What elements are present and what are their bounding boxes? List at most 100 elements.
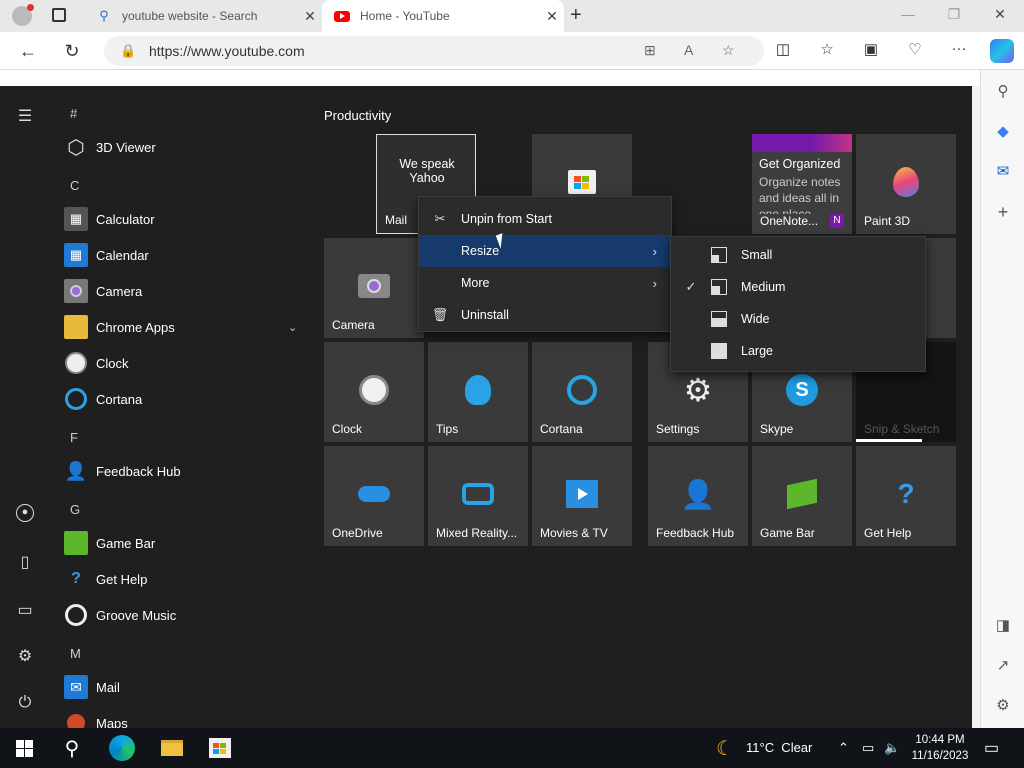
trash-icon: 🗑 bbox=[431, 307, 449, 322]
search-icon[interactable]: ⚲ bbox=[48, 728, 96, 768]
address-bar-row: ← ↻ 🔒 https://www.youtube.com ⊞ A ☆ ◫ ☆ … bbox=[0, 32, 1024, 70]
app-chrome-apps[interactable]: Chrome Apps ⌄ bbox=[64, 309, 304, 345]
resize-wide[interactable]: Wide bbox=[671, 303, 925, 335]
file-explorer-icon[interactable] bbox=[148, 728, 196, 768]
tile-get-help[interactable]: ? Get Help bbox=[856, 446, 956, 546]
menu-item-unpin[interactable]: ✂ Unpin from Start bbox=[419, 203, 671, 235]
hamburger-menu-icon[interactable]: ☰ bbox=[14, 106, 36, 126]
minimize-button[interactable]: — bbox=[898, 6, 918, 22]
url-field[interactable]: 🔒 https://www.youtube.com ⊞ A ☆ bbox=[104, 36, 764, 66]
groove-icon bbox=[64, 603, 88, 627]
movies-icon bbox=[532, 476, 632, 512]
close-tab-icon[interactable]: ✕ bbox=[540, 8, 564, 25]
tile-onedrive[interactable]: OneDrive bbox=[324, 446, 424, 546]
resize-medium[interactable]: ✓ Medium bbox=[671, 271, 925, 303]
copilot-sidebar-icon[interactable]: ◆ bbox=[993, 122, 1013, 140]
tile-clock[interactable]: Clock bbox=[324, 342, 424, 442]
notifications-icon[interactable]: ▭ bbox=[984, 738, 999, 758]
add-icon[interactable]: + bbox=[993, 202, 1013, 223]
settings-icon[interactable]: ⚙ bbox=[14, 646, 36, 666]
windows-start-icon[interactable] bbox=[0, 728, 48, 768]
menu-item-more[interactable]: More › bbox=[419, 267, 671, 299]
resize-small[interactable]: Small bbox=[671, 239, 925, 271]
tab-search[interactable]: ⚲ youtube website - Search ✕ bbox=[84, 0, 322, 32]
browser-essentials-icon[interactable]: ♡ bbox=[904, 40, 926, 58]
app-groove-music[interactable]: Groove Music bbox=[64, 597, 304, 633]
tile-tips[interactable]: Tips bbox=[428, 342, 528, 442]
app-3d-viewer[interactable]: ⬡ 3D Viewer bbox=[64, 129, 304, 165]
app-mail[interactable]: ✉ Mail bbox=[64, 669, 304, 705]
letter-header[interactable]: F bbox=[70, 430, 78, 445]
back-icon[interactable]: ← bbox=[16, 40, 40, 62]
clock-icon bbox=[324, 372, 424, 408]
letter-header[interactable]: # bbox=[70, 106, 77, 121]
weather-text[interactable]: 11°C Clear bbox=[746, 740, 812, 755]
app-calendar[interactable]: ▦ Calendar bbox=[64, 237, 304, 273]
app-clock[interactable]: Clock bbox=[64, 345, 304, 381]
weather-moon-icon[interactable]: ☾ bbox=[716, 736, 734, 761]
close-tab-icon[interactable]: ✕ bbox=[298, 8, 322, 25]
tile-onenote[interactable]: Get Organized Organize notes and ideas a… bbox=[752, 134, 852, 234]
letter-header[interactable]: M bbox=[70, 646, 81, 661]
favorite-star-icon[interactable]: ☆ bbox=[722, 42, 735, 59]
tile-paint-3d[interactable]: Paint 3D bbox=[856, 134, 956, 234]
tile-mixed-reality[interactable]: Mixed Reality... bbox=[428, 446, 528, 546]
documents-icon[interactable]: ▯ bbox=[14, 552, 36, 572]
close-window-button[interactable]: ✕ bbox=[990, 6, 1010, 23]
restore-button[interactable]: ❐ bbox=[944, 6, 964, 23]
edge-icon[interactable] bbox=[98, 728, 146, 768]
refresh-icon[interactable]: ↻ bbox=[60, 40, 84, 62]
taskbar-clock[interactable]: 10:44 PM 11/16/2023 bbox=[908, 732, 972, 764]
more-options-icon[interactable]: ··· bbox=[948, 40, 970, 57]
sidebar-panel-icon[interactable]: ◨ bbox=[993, 616, 1013, 634]
chevron-right-icon: › bbox=[652, 275, 657, 291]
profile-avatar-icon[interactable] bbox=[12, 4, 34, 26]
letter-header[interactable]: G bbox=[70, 502, 80, 517]
search-icon[interactable]: ⚲ bbox=[993, 82, 1013, 100]
gamebar-icon bbox=[64, 531, 88, 555]
tile-label: Game Bar bbox=[760, 526, 815, 540]
app-game-bar[interactable]: Game Bar bbox=[64, 525, 304, 561]
group-title[interactable]: Productivity bbox=[324, 108, 391, 123]
new-tab-button[interactable]: + bbox=[570, 4, 582, 27]
tile-camera[interactable]: Camera bbox=[324, 238, 424, 338]
pictures-icon[interactable]: ▭ bbox=[14, 600, 36, 620]
tile-game-bar[interactable]: Game Bar bbox=[752, 446, 852, 546]
collections-icon[interactable]: ▣ bbox=[860, 40, 882, 58]
menu-item-resize[interactable]: Resize › bbox=[419, 235, 671, 267]
settings-icon[interactable]: ⚙ bbox=[993, 696, 1013, 714]
favorites-icon[interactable]: ☆ bbox=[816, 40, 838, 58]
apps-icon[interactable]: ⊞ bbox=[644, 42, 656, 59]
chevron-up-icon[interactable]: ⌃ bbox=[838, 740, 849, 756]
chevron-down-icon[interactable]: ⌄ bbox=[288, 321, 297, 334]
read-aloud-icon[interactable]: A bbox=[684, 42, 693, 58]
tab-actions-icon[interactable] bbox=[52, 8, 66, 22]
outlook-icon[interactable]: ✉ bbox=[993, 162, 1013, 180]
menu-item-uninstall[interactable]: 🗑 Uninstall bbox=[419, 299, 671, 331]
user-account-icon[interactable]: ● bbox=[14, 502, 36, 522]
split-screen-icon[interactable]: ◫ bbox=[772, 40, 794, 58]
tile-label: Paint 3D bbox=[864, 214, 911, 228]
app-get-help[interactable]: ? Get Help bbox=[64, 561, 304, 597]
browser-sidebar: ⚲ ◆ ✉ + ◨ ↗ ⚙ bbox=[980, 70, 1024, 728]
open-external-icon[interactable]: ↗ bbox=[993, 656, 1013, 674]
camera-icon bbox=[64, 279, 88, 303]
mail-icon: ✉ bbox=[64, 675, 88, 699]
app-cortana[interactable]: Cortana bbox=[64, 381, 304, 417]
resize-large[interactable]: Large bbox=[671, 335, 925, 367]
store-icon[interactable] bbox=[196, 728, 244, 768]
tile-cortana[interactable]: Cortana bbox=[532, 342, 632, 442]
app-camera[interactable]: Camera bbox=[64, 273, 304, 309]
app-feedback-hub[interactable]: 👤 Feedback Hub bbox=[64, 453, 304, 489]
gamebar-icon bbox=[752, 476, 852, 512]
power-icon[interactable]: ⏻ bbox=[14, 694, 36, 712]
network-icon[interactable]: ▭ bbox=[862, 740, 874, 756]
copilot-icon[interactable] bbox=[990, 39, 1014, 63]
tile-feedback-hub[interactable]: 👤 Feedback Hub bbox=[648, 446, 748, 546]
tab-youtube[interactable]: Home - YouTube ✕ bbox=[322, 0, 564, 32]
tile-movies-tv[interactable]: Movies & TV bbox=[532, 446, 632, 546]
app-calculator[interactable]: ▦ Calculator bbox=[64, 201, 304, 237]
tile-label: Snip & Sketch bbox=[864, 422, 940, 436]
volume-muted-icon[interactable]: 🔈 bbox=[884, 740, 900, 756]
letter-header[interactable]: C bbox=[70, 178, 79, 193]
